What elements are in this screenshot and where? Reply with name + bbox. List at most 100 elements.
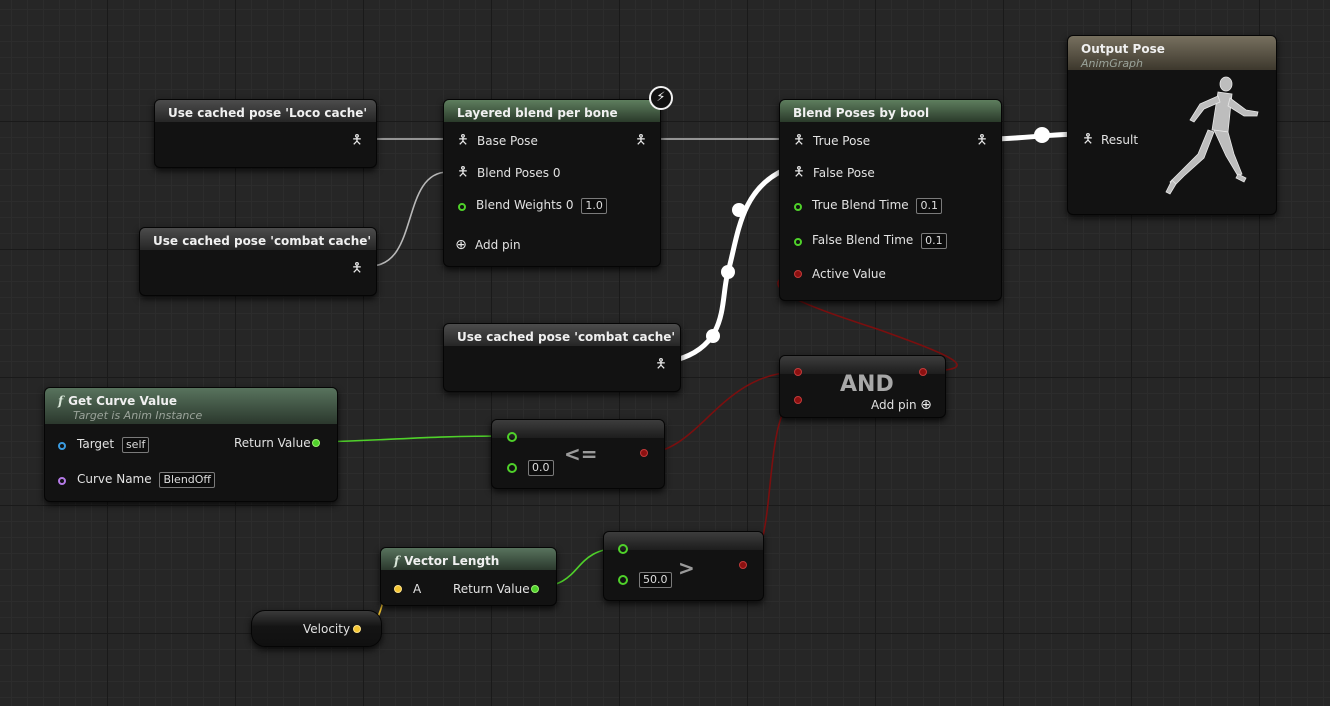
base-pose-pin-icon[interactable]: 🯅 — [456, 133, 470, 149]
cached-pose-combat-node-2[interactable]: Use cached pose 'combat cache' 🯅 — [443, 323, 681, 392]
pose-output-pin-icon[interactable]: 🯅 — [350, 133, 364, 149]
lte-output-pin-icon[interactable] — [640, 449, 648, 457]
node-title: Get Curve Value — [68, 394, 178, 408]
node-title: Use cached pose 'Loco cache' — [155, 100, 376, 122]
node-header: f Vector Length — [381, 548, 556, 570]
pose-output-pin-icon[interactable]: 🯅 — [654, 357, 668, 373]
gt-input-b-pin-icon[interactable] — [618, 575, 628, 585]
pose-output-pin-icon[interactable]: 🯅 — [634, 133, 648, 149]
wire-combat2-to-false-pose — [675, 167, 786, 363]
curve-name-pin-icon[interactable] — [58, 477, 66, 485]
and-output-pin-icon[interactable] — [919, 368, 927, 376]
lte-value-row: 0.0 — [528, 460, 554, 476]
return-value-pin-icon[interactable] — [312, 439, 320, 447]
and-input-b-pin-icon[interactable] — [794, 396, 802, 404]
add-pin-label[interactable]: Add pin — [475, 238, 521, 252]
greater-than-node[interactable]: 50.0 > — [603, 531, 764, 601]
cached-pose-combat-node[interactable]: Use cached pose 'combat cache' 🯅 — [139, 227, 377, 296]
gt-input-a-pin-icon[interactable] — [618, 544, 628, 554]
lte-b-input[interactable]: 0.0 — [528, 460, 554, 476]
add-pin-icon[interactable]: ⊕ — [919, 397, 933, 413]
node-title: Vector Length — [404, 554, 500, 568]
pose-output-pin-icon[interactable]: 🯅 — [975, 133, 989, 149]
less-equal-node[interactable]: 0.0 <= — [491, 419, 665, 489]
and-add-pin-label[interactable]: Add pin — [871, 398, 917, 412]
target-input[interactable]: self — [121, 437, 150, 453]
vector-return-value-label: Return Value — [453, 582, 530, 596]
and-symbol: AND — [840, 372, 894, 397]
gt-b-input[interactable]: 50.0 — [639, 572, 672, 588]
wire-knot — [1034, 127, 1050, 143]
target-text: Target — [77, 437, 115, 451]
node-header — [492, 420, 664, 438]
base-pose-label: Base Pose — [477, 134, 538, 148]
true-blend-time-pin-icon[interactable] — [794, 203, 802, 211]
blend-poses-by-bool-node[interactable]: Blend Poses by bool 🯅 True Pose 🯅 🯅 Fals… — [779, 99, 1002, 301]
node-title: Use cached pose 'combat cache' — [444, 324, 680, 346]
function-icon: f — [394, 554, 400, 568]
node-header: f Get Curve Value Target is Anim Instance — [45, 388, 337, 424]
blend-weights-label: Blend Weights 0 1.0 — [476, 198, 607, 214]
wire-knot — [706, 329, 720, 343]
vector-length-node[interactable]: f Vector Length A Return Value — [380, 547, 557, 606]
node-title: Use cached pose 'combat cache' — [140, 228, 376, 250]
curve-name-label: Curve Name BlendOff — [77, 472, 216, 488]
velocity-variable-node[interactable]: Velocity — [251, 610, 382, 647]
node-subtitle: AnimGraph — [1081, 57, 1144, 70]
true-pose-label: True Pose — [813, 134, 871, 148]
false-blend-time-pin-icon[interactable] — [794, 238, 802, 246]
true-pose-pin-icon[interactable]: 🯅 — [792, 133, 806, 149]
result-pin-icon[interactable]: 🯅 — [1081, 132, 1095, 148]
wire-knot — [732, 203, 746, 217]
blend-poses-label: Blend Poses 0 — [477, 166, 561, 180]
fast-path-lightning-icon: ⚡ — [649, 86, 673, 110]
blend-weights-input[interactable]: 1.0 — [581, 198, 607, 214]
active-value-label: Active Value — [812, 267, 886, 281]
node-subtitle: Target is Anim Instance — [73, 409, 203, 422]
blend-weights-text: Blend Weights 0 — [476, 198, 574, 212]
gt-output-pin-icon[interactable] — [739, 561, 747, 569]
wire-curve-to-lte — [315, 435, 511, 443]
active-value-pin-icon[interactable] — [794, 270, 802, 278]
velocity-output-pin-icon[interactable] — [353, 625, 361, 633]
false-blend-time-label: False Blend Time 0.1 — [812, 233, 947, 249]
wire-knot — [721, 265, 735, 279]
return-value-label: Return Value — [234, 436, 311, 450]
vector-input-a-label: A — [413, 582, 422, 596]
and-node[interactable]: AND Add pin ⊕ — [779, 355, 946, 418]
target-pin-icon[interactable] — [58, 442, 66, 450]
true-blend-time-input[interactable]: 0.1 — [916, 198, 942, 214]
cached-pose-loco-node[interactable]: Use cached pose 'Loco cache' 🯅 — [154, 99, 377, 168]
velocity-label: Velocity — [303, 622, 351, 636]
node-title: Blend Poses by bool — [780, 100, 1001, 122]
false-blend-time-input[interactable]: 0.1 — [921, 233, 947, 249]
and-input-a-pin-icon[interactable] — [794, 368, 802, 376]
node-title: Layered blend per bone — [444, 100, 660, 122]
curve-name-text: Curve Name — [77, 472, 152, 486]
true-blend-time-text: True Blend Time — [812, 198, 909, 212]
blend-weights-pin-icon[interactable] — [458, 203, 466, 211]
gt-value-row: 50.0 — [639, 572, 672, 588]
lte-input-b-pin-icon[interactable] — [507, 463, 517, 473]
false-pose-pin-icon[interactable]: 🯅 — [792, 165, 806, 181]
result-label: Result — [1101, 133, 1139, 147]
blend-poses-pin-icon[interactable]: 🯅 — [456, 165, 470, 181]
get-curve-value-node[interactable]: f Get Curve Value Target is Anim Instance… — [44, 387, 338, 502]
pose-output-pin-icon[interactable]: 🯅 — [350, 261, 364, 277]
output-pose-node[interactable]: Output Pose AnimGraph 🯅 Result — [1067, 35, 1277, 215]
wire-combat-to-blend-poses — [369, 171, 449, 267]
gt-symbol: > — [678, 556, 695, 580]
target-label: Target self — [77, 437, 150, 453]
add-pin-icon[interactable]: ⊕ — [454, 237, 468, 253]
vector-return-value-pin-icon[interactable] — [531, 585, 539, 593]
curve-name-input[interactable]: BlendOff — [159, 472, 216, 488]
true-blend-time-label: True Blend Time 0.1 — [812, 198, 942, 214]
lte-input-a-pin-icon[interactable] — [507, 432, 517, 442]
vector-input-a-pin-icon[interactable] — [394, 585, 402, 593]
layered-blend-per-bone-node[interactable]: Layered blend per bone 🯅 Base Pose 🯅 🯅 B… — [443, 99, 661, 267]
function-icon: f — [58, 394, 64, 408]
false-pose-label: False Pose — [813, 166, 875, 180]
running-mannequin-icon — [1165, 76, 1259, 195]
node-header: Output Pose AnimGraph — [1068, 36, 1276, 70]
lte-symbol: <= — [564, 442, 598, 466]
